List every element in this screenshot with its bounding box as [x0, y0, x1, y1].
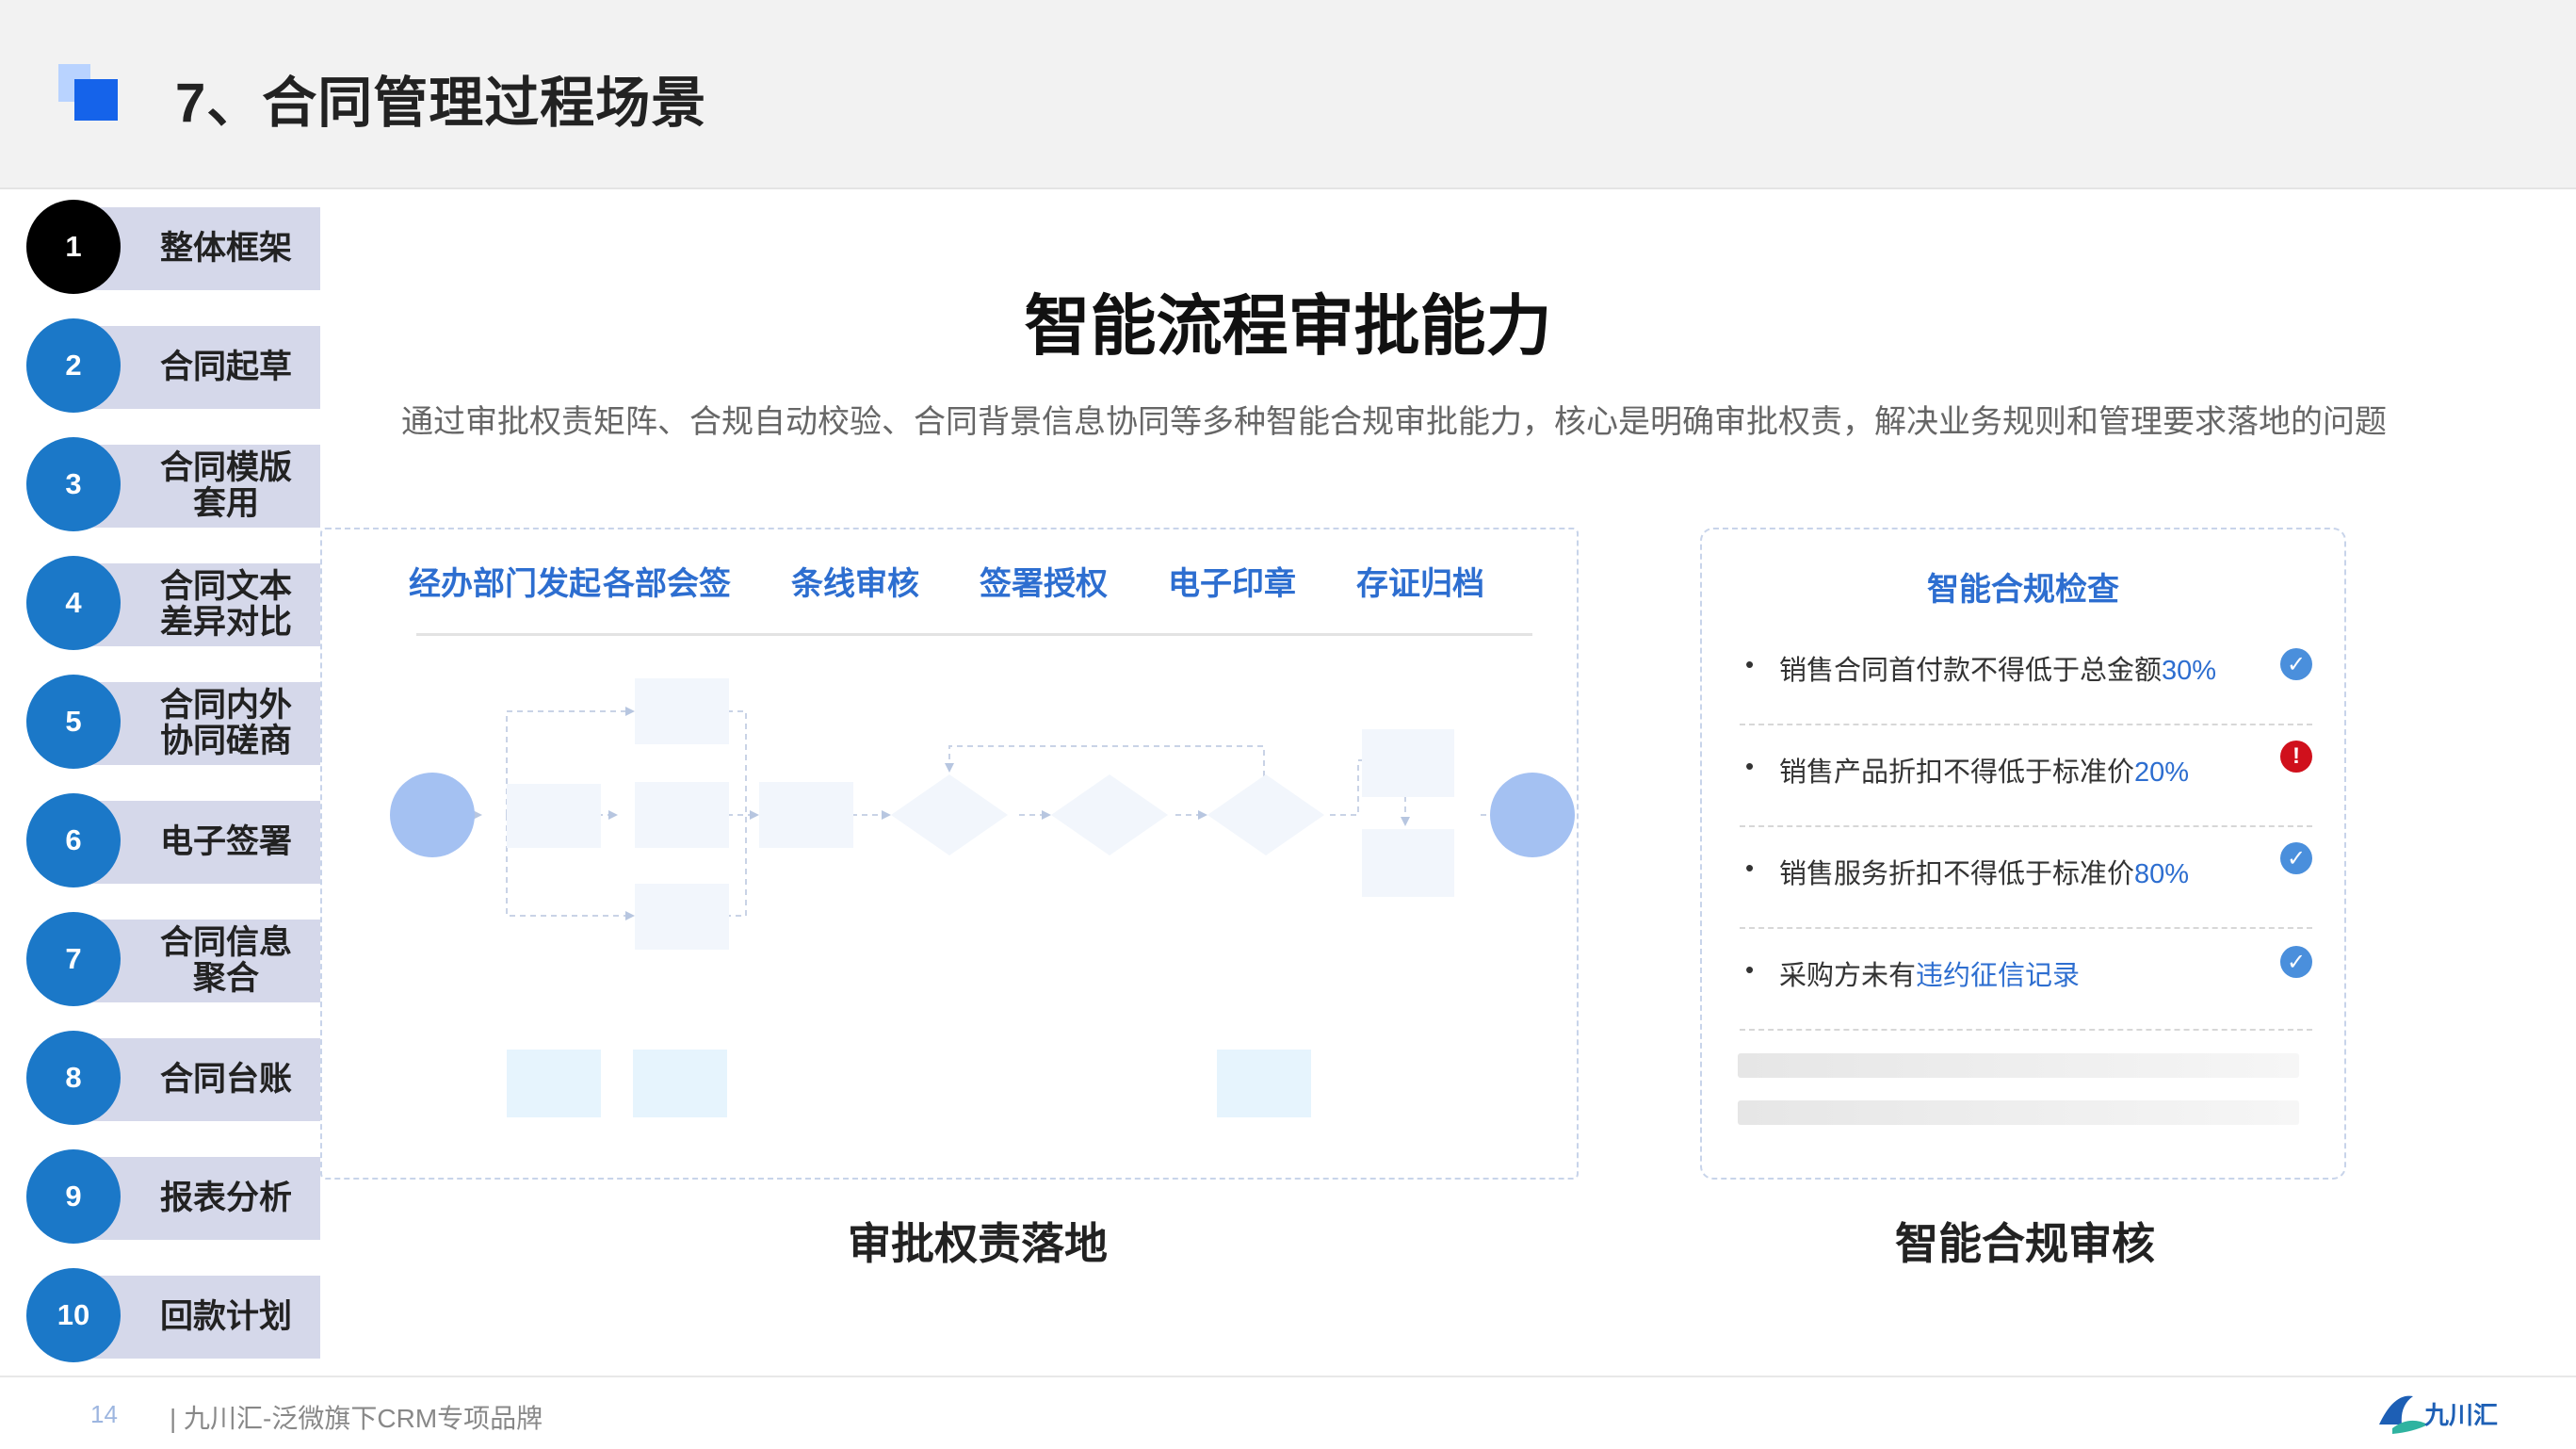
bullet-icon: • — [1745, 650, 1755, 678]
compliance-item-text: 销售产品折扣不得低于标准价20% — [1779, 757, 2190, 788]
check-circle-icon: ✓ — [2280, 648, 2312, 680]
check-circle-icon: ✓ — [2280, 946, 2312, 978]
sidebar-item-number: 10 — [26, 1268, 121, 1362]
flow-caption: 审批权责落地 — [848, 1219, 1108, 1268]
compliance-item: • 采购方未有违约征信记录 ✓ — [1740, 927, 2312, 1031]
placeholder-bar — [1738, 1053, 2299, 1078]
sidebar-item-label: 报表分析 — [159, 1180, 292, 1216]
approval-flow-panel: 经办部门发起 各部会签 条线审核 签署授权 电子印章 存证归档 — [320, 528, 1579, 1180]
sidebar-item-number: 3 — [26, 437, 121, 531]
sidebar-item-number: 8 — [26, 1031, 121, 1125]
sidebar-item-label: 合同文本 差异对比 — [159, 568, 292, 641]
sidebar-item-number: 4 — [26, 556, 121, 650]
sidebar-item-label: 合同信息 聚合 — [159, 924, 292, 997]
flow-diagram — [390, 678, 1575, 1117]
sidebar-item-5[interactable]: 5 合同内外 协同磋商 — [26, 675, 320, 771]
bullet-icon: • — [1745, 752, 1755, 780]
compliance-item: • 销售合同首付款不得低于总金额30% ✓ — [1740, 622, 2312, 725]
compliance-item: • 销售服务折扣不得低于标准价80% ✓ — [1740, 825, 2312, 929]
header-bar: 7、合同管理过程场景 — [0, 0, 2576, 189]
bullet-icon: • — [1745, 955, 1755, 984]
sidebar-item-7[interactable]: 7 合同信息 聚合 — [26, 912, 320, 1008]
sidebar-item-4[interactable]: 4 合同文本 差异对比 — [26, 556, 320, 652]
sidebar-item-number: 7 — [26, 912, 121, 1006]
footer-brand-text: | 九川汇-泛微旗下CRM专项品牌 — [170, 1404, 543, 1433]
brand-name: 九川汇 — [2424, 1401, 2499, 1429]
flow-end-node — [1490, 773, 1575, 857]
section-title: 智能流程审批能力 — [1024, 289, 1552, 363]
placeholder-bar — [1738, 1100, 2299, 1125]
bullet-icon: • — [1745, 854, 1755, 882]
flow-start-node — [390, 773, 475, 857]
sidebar-item-label: 合同台账 — [159, 1061, 292, 1098]
compliance-item: • 销售产品折扣不得低于标准价20% ! — [1740, 724, 2312, 827]
compliance-item-text: 销售合同首付款不得低于总金额30% — [1779, 656, 2217, 686]
error-circle-icon: ! — [2280, 741, 2312, 773]
sidebar-item-10[interactable]: 10 回款计划 — [26, 1268, 320, 1364]
sidebar-item-3[interactable]: 3 合同模版 套用 — [26, 437, 320, 533]
sidebar-item-number: 9 — [26, 1149, 121, 1244]
sidebar-item-label: 合同模版 套用 — [159, 449, 292, 522]
sidebar-item-9[interactable]: 9 报表分析 — [26, 1149, 320, 1245]
sidebar-item-label: 合同内外 协同磋商 — [159, 687, 292, 759]
sidebar-item-8[interactable]: 8 合同台账 — [26, 1031, 320, 1127]
sidebar-item-number: 6 — [26, 793, 121, 887]
section-subtitle: 通过审批权责矩阵、合规自动校验、合同背景信息协同等多种智能合规审批能力，核心是明… — [401, 404, 2387, 440]
footer-divider — [0, 1376, 2576, 1377]
brand-logo-icon — [2379, 1395, 2428, 1434]
sidebar-item-label: 回款计划 — [159, 1298, 292, 1335]
sidebar-item-6[interactable]: 6 电子签署 — [26, 793, 320, 889]
sidebar-item-number: 5 — [26, 675, 121, 769]
compliance-item-text: 销售服务折扣不得低于标准价80% — [1779, 859, 2190, 889]
title-decor-square-front — [74, 79, 118, 121]
compliance-check-panel: 智能合规检查 • 销售合同首付款不得低于总金额30% ✓ • 销售产品折扣不得低… — [1700, 528, 2346, 1180]
page-title: 7、合同管理过程场景 — [175, 73, 707, 134]
page-number: 14 — [90, 1400, 118, 1428]
compliance-caption: 智能合规审核 — [1895, 1219, 2155, 1268]
check-circle-icon: ✓ — [2280, 842, 2312, 874]
brand-logo: 九川汇 — [2375, 1387, 2498, 1440]
compliance-title: 智能合规检查 — [1927, 572, 2119, 608]
sidebar-item-label: 电子签署 — [159, 823, 292, 860]
compliance-item-text: 采购方未有违约征信记录 — [1779, 961, 2081, 991]
